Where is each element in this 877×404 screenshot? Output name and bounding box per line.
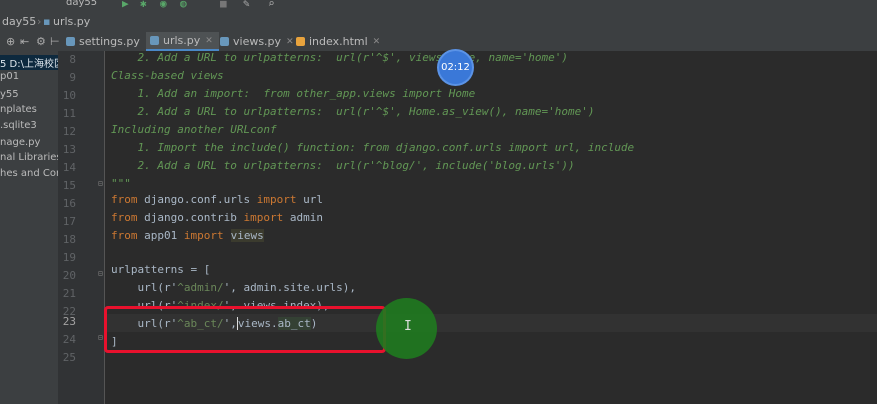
tree-item-external-libraries[interactable]: nal Libraries (0, 152, 58, 163)
line-number-gutter: 8 9 10 11 12 13 14 15 16 17 18 19 20 21 … (58, 51, 105, 404)
module-name: django.conf.urls (137, 193, 257, 206)
code-text: ', admin.site.urls), (223, 281, 357, 294)
import-name: views (230, 229, 264, 242)
fold-icon[interactable]: ⊟ (98, 269, 103, 278)
tree-item-app01[interactable]: p01 (0, 71, 19, 82)
fold-icon[interactable]: ⊟ (98, 333, 103, 342)
breadcrumb-separator-icon: › (37, 15, 42, 28)
tree-item-manage-py[interactable]: nage.py (0, 137, 40, 148)
run-icon[interactable]: ▶ (122, 0, 129, 10)
annotation-highlight-box (104, 306, 386, 353)
keyword: import (183, 229, 224, 242)
settings-wrench-icon[interactable]: ✎ (243, 0, 250, 10)
code-line-18: from app01 import views (111, 227, 264, 245)
line-number: 18 (62, 233, 76, 246)
tab-label: settings.py (79, 35, 140, 48)
debug-icon[interactable]: ✱ (140, 0, 147, 10)
python-file-icon (150, 36, 159, 45)
close-icon[interactable]: ✕ (373, 37, 381, 47)
code-line-20: urlpatterns = [ (111, 263, 211, 276)
line-number: 8 (69, 53, 76, 66)
project-tree: 5 D:\上海校区 p01 y55 nplates .sqlite3 nage.… (0, 51, 58, 404)
line-number: 21 (62, 287, 76, 300)
python-file-icon (66, 37, 75, 46)
string-literal: ^admin/ (177, 281, 224, 294)
import-name: url (296, 193, 323, 206)
code-line-10: 1. Add an import: from other_app.views i… (111, 87, 476, 100)
fold-icon[interactable]: ⊟ (98, 179, 103, 188)
profile-icon[interactable]: ◍ (180, 0, 187, 10)
html-file-icon (296, 37, 305, 46)
keyword: from (111, 211, 138, 224)
tree-item-templates[interactable]: nplates (0, 104, 37, 115)
line-number: 23 (62, 315, 76, 328)
module-name: django.contrib (137, 211, 244, 224)
line-number: 11 (62, 107, 76, 120)
line-number: 13 (62, 143, 76, 156)
tree-item-day55[interactable]: y55 (0, 89, 19, 100)
breadcrumb-project[interactable]: day55 (2, 15, 36, 28)
breadcrumb: day55 › ▪ urls.py (0, 12, 877, 33)
python-file-icon (220, 37, 229, 46)
tree-item-scratches[interactable]: hes and Cons (0, 168, 58, 179)
line-number: 25 (62, 351, 76, 364)
keyword: import (243, 211, 284, 224)
code-line-14: 2. Add a URL to urlpatterns: url(r'^blog… (111, 159, 575, 172)
code-line-17: from django.contrib import admin (111, 209, 323, 227)
code-text: url(r' (111, 281, 178, 294)
tree-item-root[interactable]: 5 D:\上海校区 (0, 55, 58, 70)
line-number: 16 (62, 197, 76, 210)
code-line-9: Class-based views (111, 69, 224, 82)
line-number: 14 (62, 161, 76, 174)
coverage-icon[interactable]: ◉ (160, 0, 167, 10)
line-number: 9 (69, 71, 76, 84)
line-number: 19 (62, 251, 76, 264)
keyword: import (256, 193, 297, 206)
project-selector[interactable]: day55 (66, 0, 97, 8)
line-number: 15 (62, 179, 76, 192)
code-line-11: 2. Add a URL to urlpatterns: url(r'^$', … (111, 105, 595, 118)
tab-label: views.py (233, 35, 282, 48)
line-number: 24 (62, 333, 76, 346)
search-icon[interactable]: ⌕ (268, 0, 275, 10)
keyword: from (111, 193, 138, 206)
code-line-16: from django.conf.urls import url (111, 191, 323, 209)
tree-item-db-sqlite3[interactable]: .sqlite3 (0, 120, 37, 131)
import-name: admin (283, 211, 323, 224)
recording-timer: 02:12 (439, 51, 472, 84)
line-number: 10 (62, 89, 76, 102)
text-cursor-icon: I (404, 319, 412, 334)
collapse-icon[interactable]: ⇤ (20, 35, 29, 48)
line-number: 12 (62, 125, 76, 138)
line-number: 20 (62, 269, 76, 282)
breadcrumb-file[interactable]: urls.py (53, 15, 90, 28)
tab-label: index.html (309, 35, 368, 48)
code-line-21: url(r'^admin/', admin.site.urls), (111, 279, 356, 297)
python-file-icon: ▪ (43, 15, 51, 28)
gear-icon[interactable]: ⚙ (36, 35, 46, 48)
close-icon[interactable]: ✕ (205, 36, 213, 46)
stop-icon[interactable]: ■ (220, 0, 227, 10)
module-name: app01 (137, 229, 184, 242)
line-number: 17 (62, 215, 76, 228)
code-line-12: Including another URLconf (111, 123, 277, 136)
hide-icon[interactable]: ⊢ (50, 35, 60, 48)
tab-label: urls.py (163, 34, 201, 47)
code-line-8: 2. Add a URL to urlpatterns: url(r'^$', … (111, 51, 568, 64)
code-line-13: 1. Import the include() function: from d… (111, 141, 635, 154)
add-icon[interactable]: ⊕ (6, 35, 15, 48)
keyword: from (111, 229, 138, 242)
